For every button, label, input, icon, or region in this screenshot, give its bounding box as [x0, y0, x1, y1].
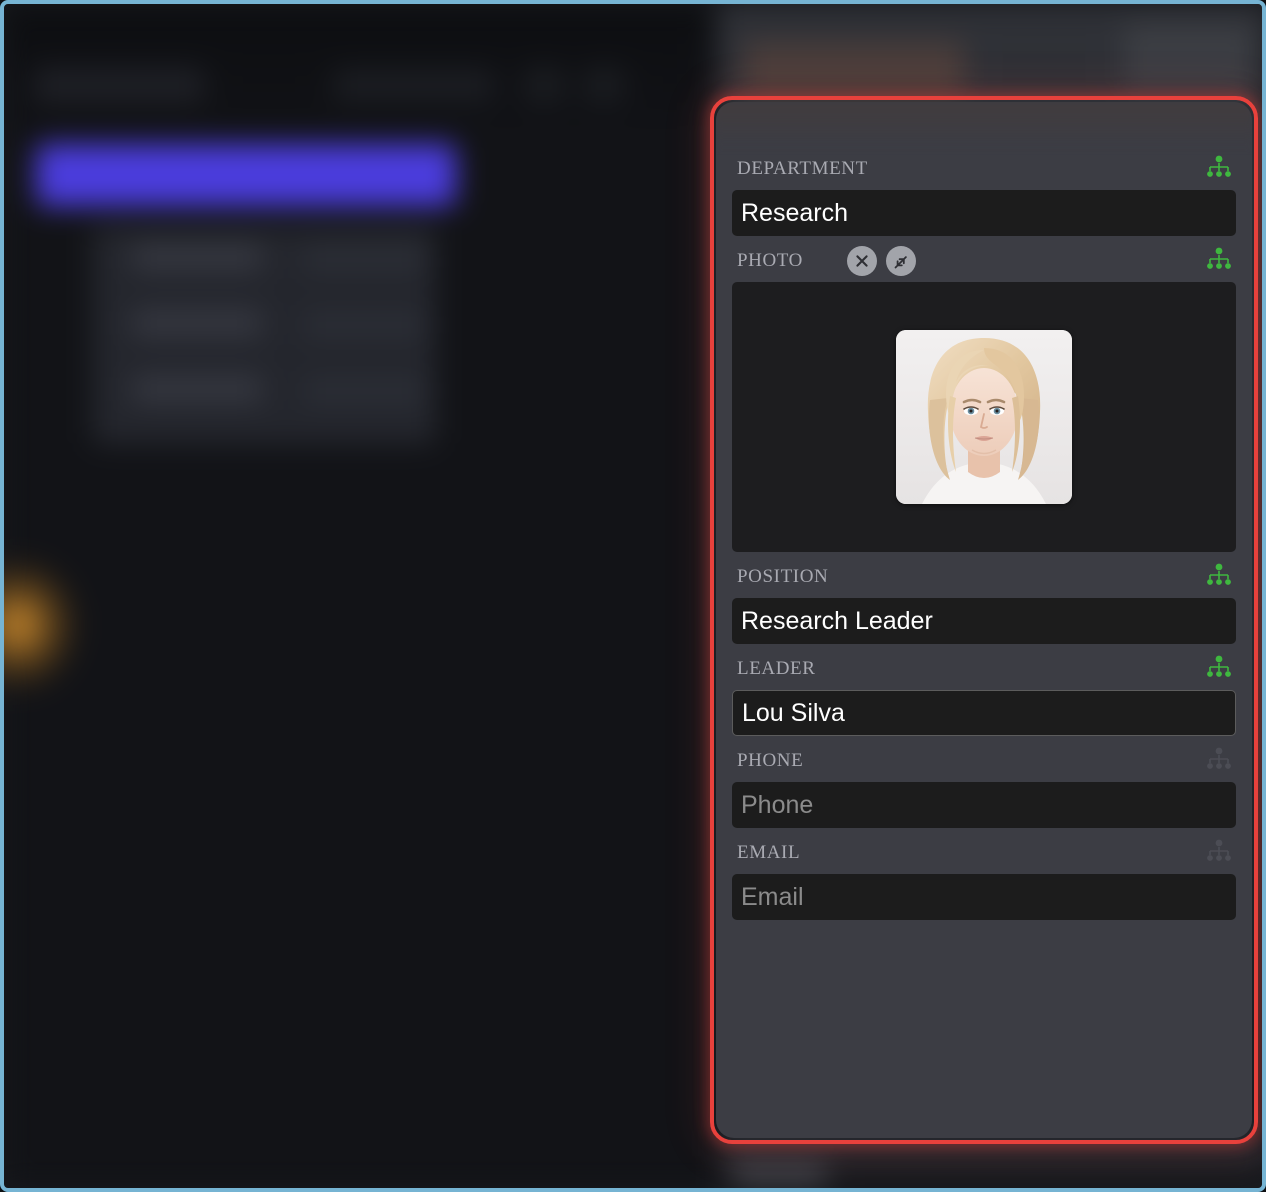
background-toolbar-chip	[34, 68, 204, 102]
field-header-position: POSITION	[732, 556, 1236, 598]
field-leader: LEADER Lou Silva	[732, 648, 1236, 736]
expand-photo-button[interactable]	[886, 246, 916, 276]
field-label-department: DEPARTMENT	[737, 158, 868, 179]
background-toolbar-chip	[524, 68, 564, 102]
field-header-leader: LEADER	[732, 648, 1236, 690]
background-toolbar	[4, 4, 716, 124]
field-department: DEPARTMENT Research	[732, 148, 1236, 236]
background-selected-bar	[36, 144, 456, 206]
org-chart-icon[interactable]	[1206, 155, 1232, 184]
photo-dropzone[interactable]	[732, 282, 1236, 552]
app-viewport: DEPARTMENT Research PHOTO POSITION Resea…	[0, 0, 1266, 1192]
employee-detail-panel: DEPARTMENT Research PHOTO POSITION Resea…	[716, 102, 1252, 1138]
background-list-value	[304, 248, 424, 270]
leader-input[interactable]: Lou Silva	[732, 690, 1236, 736]
org-chart-icon[interactable]	[1206, 247, 1232, 276]
field-header-photo: PHOTO	[732, 240, 1236, 282]
phone-input[interactable]: Phone	[732, 782, 1236, 828]
background-right-block	[1124, 24, 1254, 94]
background-toolbar-chip	[334, 70, 494, 100]
field-header-email: EMAIL	[732, 832, 1236, 874]
background-bottom-label	[732, 1164, 826, 1186]
panel-bottom-filler	[732, 924, 1236, 1000]
position-input[interactable]: Research Leader	[732, 598, 1236, 644]
org-chart-icon[interactable]	[1206, 747, 1232, 776]
clear-photo-button[interactable]	[847, 246, 877, 276]
field-label-photo: PHOTO	[737, 250, 803, 271]
org-chart-icon[interactable]	[1206, 655, 1232, 684]
background-list-item	[132, 310, 262, 336]
org-chart-icon[interactable]	[1206, 563, 1232, 592]
department-input[interactable]: Research	[732, 190, 1236, 236]
field-label-phone: PHONE	[737, 750, 804, 771]
email-input[interactable]: Email	[732, 874, 1236, 920]
background-list-item	[132, 376, 262, 402]
org-chart-icon[interactable]	[1206, 839, 1232, 868]
background-orange-glow	[4, 560, 78, 690]
background-right-block	[744, 42, 964, 98]
photo-actions	[847, 246, 916, 276]
field-label-email: EMAIL	[737, 842, 801, 863]
field-photo: PHOTO	[732, 240, 1236, 552]
field-email: EMAIL Email	[732, 832, 1236, 920]
employee-photo[interactable]	[896, 330, 1072, 504]
background-list-value	[304, 314, 424, 336]
panel-top-fade	[716, 102, 1252, 148]
background-list-value	[304, 380, 424, 402]
expand-diagonal-icon	[894, 255, 907, 268]
field-header-phone: PHONE	[732, 740, 1236, 782]
field-label-leader: LEADER	[737, 658, 816, 679]
field-header-department: DEPARTMENT	[732, 148, 1236, 190]
background-toolbar-chip	[584, 68, 624, 102]
close-icon	[856, 255, 868, 267]
field-position: POSITION Research Leader	[732, 556, 1236, 644]
background-list-item	[132, 244, 262, 270]
field-label-position: POSITION	[737, 566, 829, 587]
field-phone: PHONE Phone	[732, 740, 1236, 828]
